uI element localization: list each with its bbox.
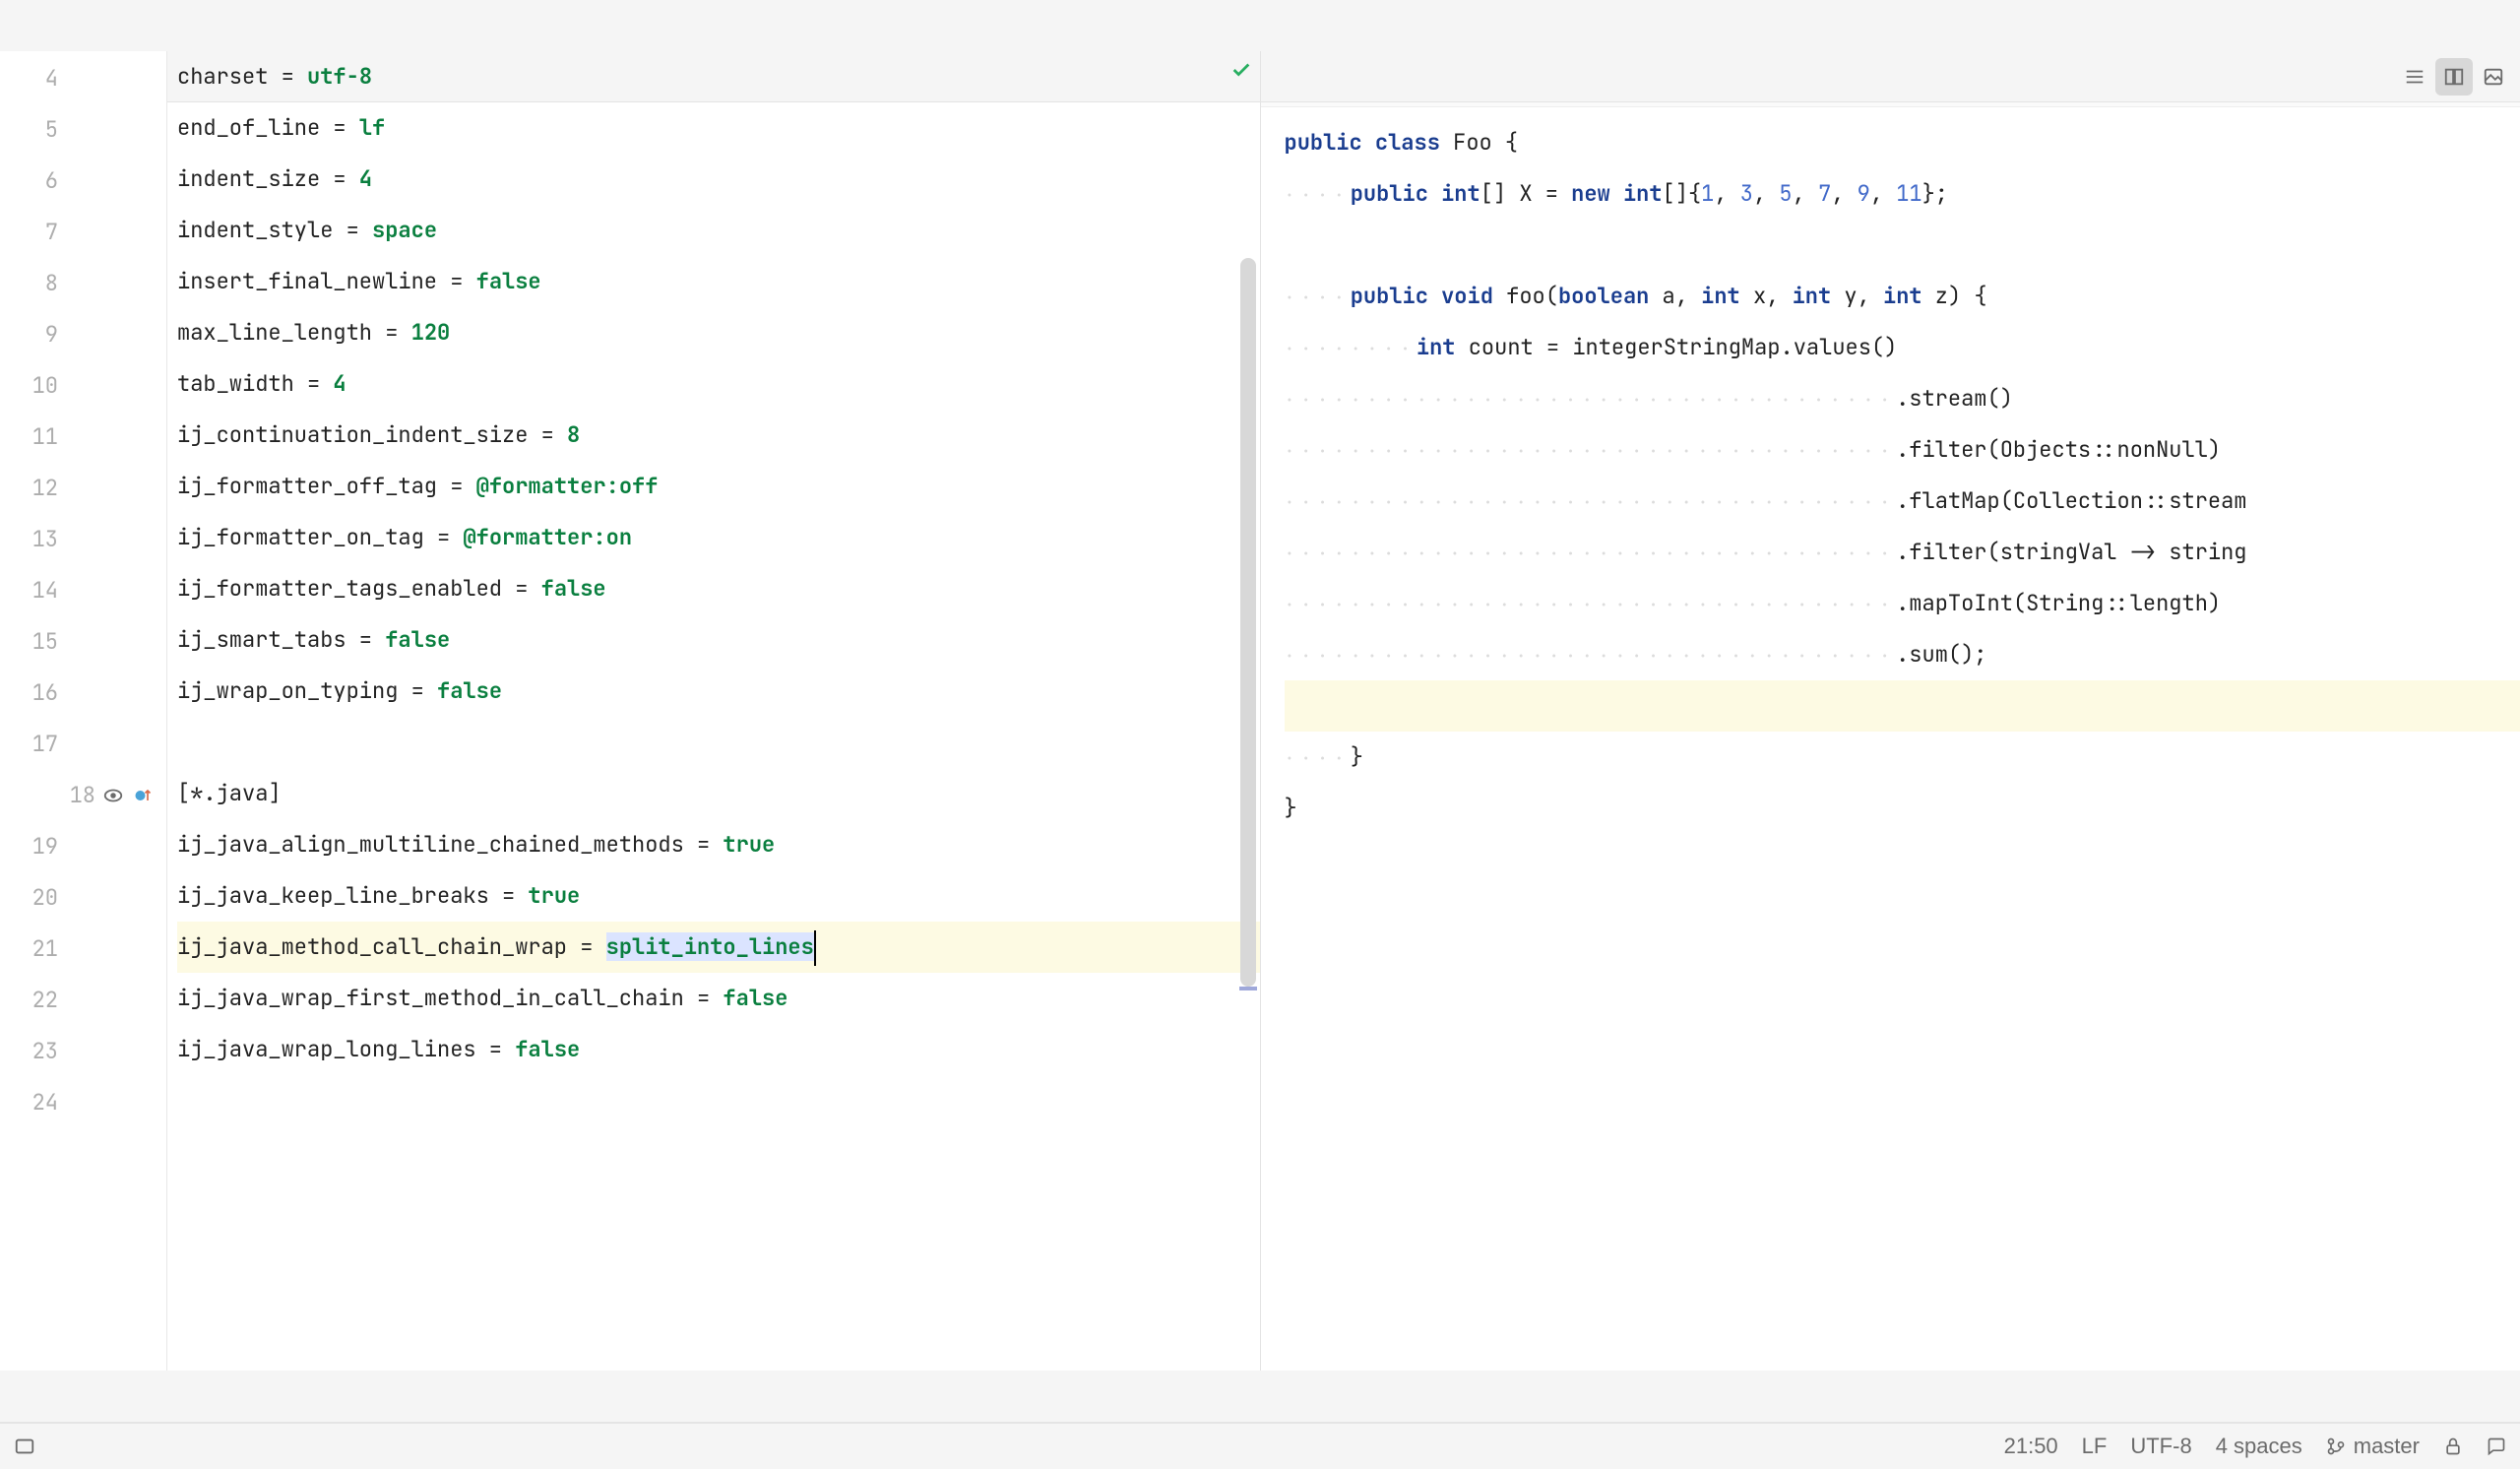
preview-pane: Preview changes will not be saved to the…	[1261, 51, 2520, 1371]
gutter-line: 17	[0, 719, 166, 770]
status-eol[interactable]: LF	[2082, 1434, 2108, 1459]
code-line[interactable]: ij_formatter_tags_enabled = false	[177, 563, 1260, 614]
preview-line: ·····································.fi…	[1285, 424, 2520, 476]
code-line[interactable]: ij_wrap_on_typing = false	[177, 666, 1260, 717]
code-line[interactable]: ij_java_keep_line_breaks = true	[177, 870, 1260, 922]
preview-line: ·····································.fi…	[1285, 527, 2520, 578]
status-branch[interactable]: master	[2326, 1434, 2420, 1459]
gutter-line: 14	[0, 565, 166, 616]
gutter-line: 9	[0, 309, 166, 360]
gutter-line: 24	[0, 1077, 166, 1128]
preview-line: ·····································.fl…	[1285, 476, 2520, 527]
code-line[interactable]: ij_java_method_call_chain_wrap = split_i…	[177, 922, 1260, 973]
status-indent[interactable]: 4 spaces	[2216, 1434, 2302, 1459]
split-icon	[2443, 66, 2465, 88]
gutter-line: 21	[0, 924, 166, 975]
gutter-line: 10	[0, 360, 166, 412]
scrollbar-marker	[1239, 987, 1257, 990]
preview-line: }	[1285, 783, 2520, 834]
gutter-line: 8	[0, 258, 166, 309]
status-lock-button[interactable]	[2443, 1437, 2463, 1456]
code-line[interactable]: charset = utf-8	[177, 51, 1260, 102]
code-line[interactable]: ij_java_wrap_first_method_in_call_chain …	[177, 973, 1260, 1024]
text-cursor	[814, 930, 816, 966]
preview-line	[1285, 220, 2520, 271]
preview-line: ·····································.st…	[1285, 373, 2520, 424]
editor-content[interactable]: charset = utf-8end_of_line = lfindent_si…	[167, 51, 1260, 1371]
code-line[interactable]: ij_java_align_multiline_chained_methods …	[177, 819, 1260, 870]
gutter-line: 18	[0, 770, 166, 821]
code-line[interactable]: ij_continuation_indent_size = 8	[177, 410, 1260, 461]
preview-line: ·····································.ma…	[1285, 578, 2520, 629]
gutter-line: 4	[0, 53, 166, 104]
status-terminal-button[interactable]	[14, 1436, 35, 1457]
gutter: 456789101112131415161718192021222324	[0, 51, 167, 1371]
check-icon	[1230, 59, 1252, 86]
code-line[interactable]: ij_formatter_off_tag = @formatter:off	[177, 461, 1260, 512]
code-line[interactable]	[177, 717, 1260, 768]
code-line[interactable]	[177, 1075, 1260, 1126]
gutter-line: 20	[0, 872, 166, 924]
editor-scrollbar[interactable]	[1236, 51, 1260, 1371]
eye-icon[interactable]	[101, 784, 125, 807]
image-icon	[2483, 66, 2504, 88]
preview-line: ·····································.su…	[1285, 629, 2520, 680]
gutter-line: 6	[0, 156, 166, 207]
view-split-button[interactable]	[2435, 58, 2473, 96]
branch-icon	[2326, 1437, 2346, 1456]
override-icon[interactable]	[131, 784, 155, 807]
list-icon	[2404, 66, 2426, 88]
lock-icon	[2443, 1437, 2463, 1456]
view-list-button[interactable]	[2396, 58, 2433, 96]
gutter-line: 15	[0, 616, 166, 668]
preview-line: ····public void foo(boolean a, int x, in…	[1285, 271, 2520, 322]
code-line[interactable]: indent_style = space	[177, 205, 1260, 256]
view-preview-button[interactable]	[2475, 58, 2512, 96]
gutter-line: 19	[0, 821, 166, 872]
status-notifications-button[interactable]	[2487, 1437, 2506, 1456]
gutter-line: 12	[0, 463, 166, 514]
gutter-line: 11	[0, 412, 166, 463]
gutter-line: 23	[0, 1026, 166, 1077]
code-line[interactable]: tab_width = 4	[177, 358, 1260, 410]
preview-line: ····public int[] X = new int[]{1, 3, 5, …	[1285, 168, 2520, 220]
status-branch-label: master	[2354, 1434, 2420, 1459]
preview-line: public class Foo {	[1285, 117, 2520, 168]
chat-icon	[2487, 1437, 2506, 1456]
code-line[interactable]: [*.java]	[177, 768, 1260, 819]
editor-pane: 456789101112131415161718192021222324 cha…	[0, 51, 1261, 1371]
code-line[interactable]: ij_smart_tabs = false	[177, 614, 1260, 666]
status-encoding[interactable]: UTF-8	[2130, 1434, 2191, 1459]
gutter-line: 16	[0, 668, 166, 719]
main-container: 456789101112131415161718192021222324 cha…	[0, 51, 2520, 1371]
preview-line	[1285, 680, 2520, 732]
gutter-line: 5	[0, 104, 166, 156]
code-line[interactable]: ij_formatter_on_tag = @formatter:on	[177, 512, 1260, 563]
preview-content: public class Foo {····public int[] X = n…	[1261, 107, 2520, 1371]
preview-line: ········int count = integerStringMap.val…	[1285, 322, 2520, 373]
code-line[interactable]: indent_size = 4	[177, 154, 1260, 205]
code-line[interactable]: insert_final_newline = false	[177, 256, 1260, 307]
terminal-icon	[14, 1436, 35, 1457]
status-bar: 21:50 LF UTF-8 4 spaces master	[0, 1422, 2520, 1469]
preview-line: ····}	[1285, 732, 2520, 783]
code-line[interactable]: max_line_length = 120	[177, 307, 1260, 358]
gutter-line: 22	[0, 975, 166, 1026]
status-position[interactable]: 21:50	[2004, 1434, 2058, 1459]
gutter-line: 7	[0, 207, 166, 258]
gutter-line: 13	[0, 514, 166, 565]
scrollbar-thumb[interactable]	[1240, 258, 1256, 987]
code-line[interactable]: end_of_line = lf	[177, 102, 1260, 154]
code-line[interactable]: ij_java_wrap_long_lines = false	[177, 1024, 1260, 1075]
